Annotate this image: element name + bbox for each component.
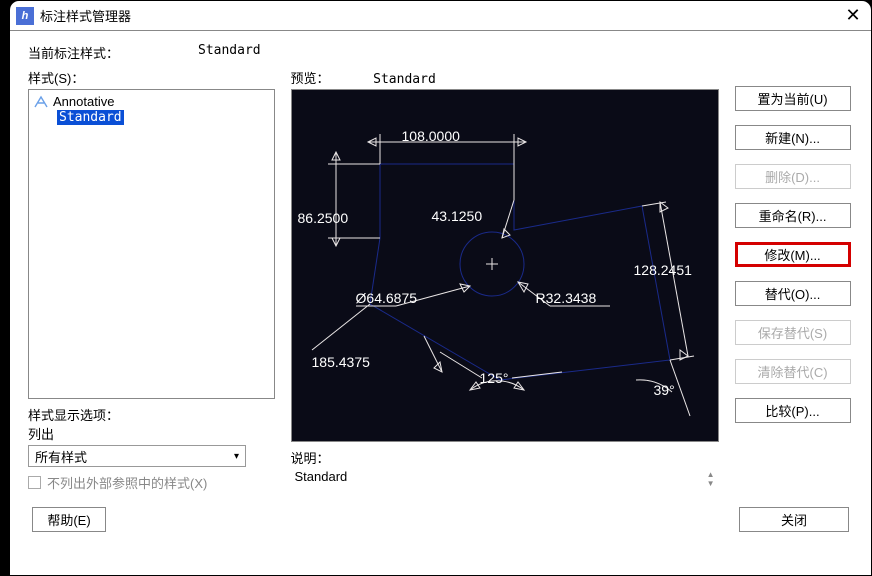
set-current-button[interactable]: 置为当前(U) bbox=[735, 86, 851, 111]
current-style-label: 当前标注样式： bbox=[28, 43, 198, 62]
close-icon[interactable]: ✕ bbox=[841, 5, 865, 26]
app-icon: h bbox=[16, 7, 34, 25]
filter-select[interactable]: 所有样式 ▾ bbox=[28, 445, 246, 467]
help-button[interactable]: 帮助(E) bbox=[32, 507, 106, 532]
styles-label: 样式(S)： bbox=[28, 68, 275, 87]
list-item-annotative[interactable]: Annotative bbox=[33, 94, 270, 109]
dim-ang1: 125° bbox=[480, 370, 509, 386]
compare-button[interactable]: 比较(P)... bbox=[735, 398, 851, 423]
desc-label: 说明： bbox=[291, 448, 719, 467]
annotative-icon bbox=[33, 95, 49, 109]
desc-box: Standard ▲▼ bbox=[291, 467, 719, 501]
list-item-label: Annotative bbox=[53, 94, 114, 109]
filter-group-label: 样式显示选项： bbox=[28, 405, 275, 424]
close-button[interactable]: 关闭 bbox=[739, 507, 849, 532]
dim-bl: 185.4375 bbox=[312, 354, 370, 370]
dim-right: 128.2451 bbox=[634, 262, 692, 278]
preview-label: 预览： bbox=[291, 71, 330, 86]
window-title: 标注样式管理器 bbox=[40, 6, 841, 25]
preview-canvas: 108.0000 86.2500 43.1250 Ø64.6875 R32.34… bbox=[291, 89, 719, 442]
dim-dia: Ø64.6875 bbox=[356, 290, 418, 306]
list-item-standard[interactable]: Standard bbox=[57, 110, 124, 125]
new-button[interactable]: 新建(N)... bbox=[735, 125, 851, 150]
dim-left: 86.2500 bbox=[298, 210, 349, 226]
modify-button[interactable]: 修改(M)... bbox=[735, 242, 851, 267]
filter-sub-label: 列出 bbox=[28, 424, 275, 443]
preview-value: Standard bbox=[373, 72, 436, 87]
dim-rtext: 43.1250 bbox=[432, 208, 483, 224]
override-button[interactable]: 替代(O)... bbox=[735, 281, 851, 306]
dimension-style-dialog: h 标注样式管理器 ✕ 当前标注样式： Standard 样式(S)： Anno… bbox=[9, 0, 872, 576]
style-list[interactable]: Annotative Standard bbox=[28, 89, 275, 399]
desc-value: Standard bbox=[295, 469, 348, 484]
checkbox-icon bbox=[28, 476, 41, 489]
hide-xref-checkbox[interactable]: 不列出外部参照中的样式(X) bbox=[28, 473, 275, 492]
current-style-value: Standard bbox=[198, 43, 261, 62]
dim-rad: R32.3438 bbox=[536, 290, 597, 306]
clear-override-button: 清除替代(C) bbox=[735, 359, 851, 384]
rename-button[interactable]: 重命名(R)... bbox=[735, 203, 851, 228]
filter-value: 所有样式 bbox=[35, 447, 87, 466]
dim-ang2: 39° bbox=[654, 382, 675, 398]
chevron-down-icon: ▾ bbox=[234, 451, 239, 462]
delete-button: 删除(D)... bbox=[735, 164, 851, 189]
save-override-button: 保存替代(S) bbox=[735, 320, 851, 345]
titlebar: h 标注样式管理器 ✕ bbox=[10, 1, 871, 31]
hide-xref-label: 不列出外部参照中的样式(X) bbox=[47, 473, 207, 492]
desc-spinner[interactable]: ▲▼ bbox=[707, 471, 715, 487]
dim-top: 108.0000 bbox=[402, 128, 460, 144]
